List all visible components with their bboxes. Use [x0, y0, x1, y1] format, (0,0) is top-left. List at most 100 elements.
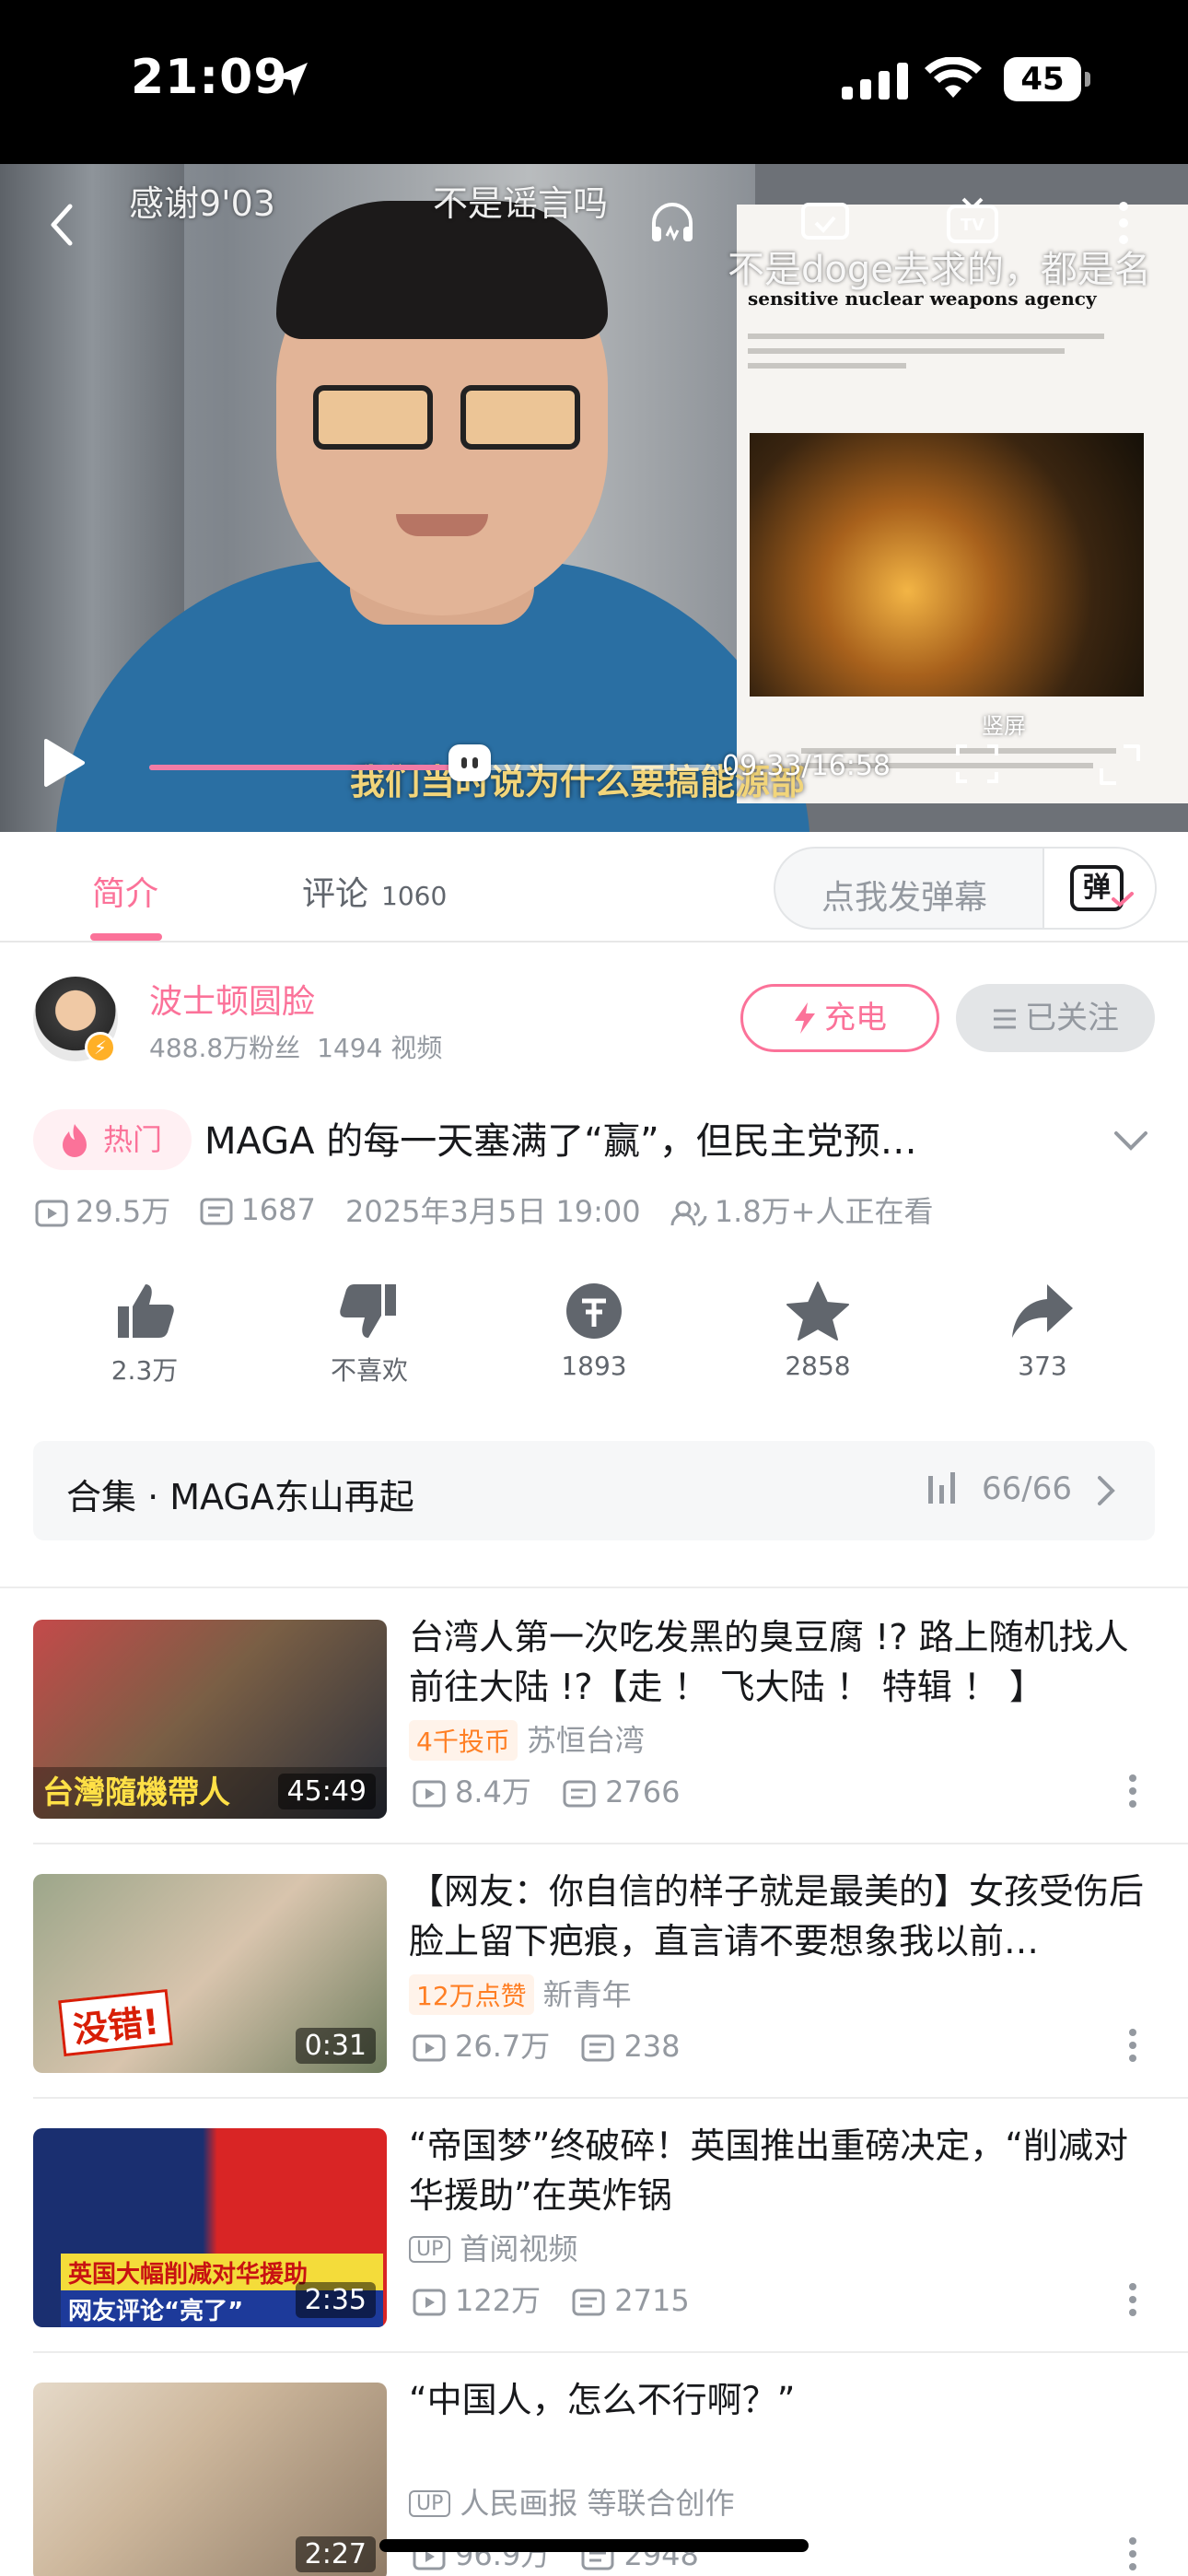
dislike-button[interactable]: 不喜欢	[296, 1281, 443, 1388]
glasses	[313, 385, 433, 450]
more-options-icon[interactable]	[1124, 1773, 1142, 1809]
status-time: 21:09	[131, 50, 288, 105]
thumbnail-caption: 没错!	[58, 1988, 174, 2057]
play-count-icon	[35, 1200, 68, 1227]
more-icon[interactable]	[1096, 195, 1151, 251]
more-options-icon[interactable]	[1124, 2281, 1142, 2318]
lightning-icon	[795, 1002, 815, 1034]
danmaku-toggle-button[interactable]: 弹	[1042, 849, 1155, 928]
danmaku-count-icon	[200, 1198, 233, 1225]
follow-button[interactable]: 已关注	[956, 984, 1155, 1052]
charge-button[interactable]: 充电	[740, 984, 939, 1052]
uploader-name[interactable]: 波士顿圆脸	[149, 975, 315, 1023]
duration-label: 0:31	[295, 2028, 376, 2064]
video-thumbnail[interactable]: 没错! 0:31	[33, 1874, 387, 2073]
chevron-right-icon	[1098, 1476, 1115, 1505]
duration-label: 2:35	[295, 2282, 376, 2318]
status-bar: 21:09 45	[0, 0, 1188, 164]
uploader-stats: 488.8万粉丝 1494 视频	[149, 1033, 443, 1063]
video-title: MAGA 的每一天塞满了“赢”，但民主党预…	[204, 1120, 917, 1163]
action-bar: 2.3万 不喜欢 1893 2858 373	[0, 1281, 1188, 1400]
progress-bar[interactable]	[149, 744, 720, 781]
video-thumbnail[interactable]: 2:27	[33, 2383, 387, 2576]
stat-tag: 4千投币	[409, 1720, 518, 1761]
playback-time: 09:33/16:58	[722, 750, 891, 782]
menu-lines-icon	[994, 1009, 1016, 1029]
article-overlay: sensitive nuclear weapons agency	[737, 205, 1188, 803]
danmaku-count-icon	[572, 2289, 605, 2316]
video-thumbnail[interactable]: 台灣隨機帶人 45:49	[33, 1620, 387, 1819]
recommendation-title: 【网友：你自信的样子就是最美的】女孩受伤后脸上留下疤痕，直言请不要想象我以前…	[409, 1871, 1145, 1961]
collection-name: 合集 · MAGA东山再起	[66, 1477, 414, 1517]
play-icon[interactable]	[37, 735, 88, 790]
article-photo	[750, 433, 1144, 697]
recommendation-item[interactable]: 没错! 0:31 【网友：你自信的样子就是最美的】女孩受伤后脸上留下疤痕，直言请…	[0, 1843, 1188, 2097]
svg-text:TV: TV	[961, 216, 984, 235]
playlist-bars-icon	[928, 1472, 955, 1504]
duration-label: 2:27	[295, 2536, 376, 2572]
coin-icon	[566, 1283, 622, 1339]
danmaku-placeholder: 点我发弹幕	[821, 879, 988, 917]
collection-bar[interactable]: 合集 · MAGA东山再起 66/66	[33, 1441, 1155, 1540]
like-button[interactable]: 2.3万	[71, 1281, 218, 1388]
tv-icon[interactable]: TV	[945, 195, 1000, 251]
progress-fill	[149, 765, 471, 770]
viewers-icon	[670, 1200, 707, 1227]
vertical-screen-icon[interactable]	[954, 741, 1000, 787]
back-icon[interactable]	[37, 197, 92, 252]
more-options-icon[interactable]	[1124, 2027, 1142, 2064]
cellular-signal-icon	[842, 63, 908, 100]
author-name: 首阅视频	[460, 2231, 578, 2266]
hot-badge: 热门	[33, 1109, 192, 1170]
author-name: 苏恒台湾	[526, 1723, 645, 1758]
danmaku-count-icon	[563, 1780, 596, 1808]
more-options-icon[interactable]	[1124, 2535, 1142, 2572]
danmaku-input[interactable]: 点我发弹幕 弹	[774, 847, 1157, 930]
active-tab-indicator	[90, 933, 162, 941]
comments-count: 1060	[381, 881, 448, 911]
author-name: 人民画报 等联合创作	[460, 2486, 735, 2521]
uploader-row: ⚡ 波士顿圆脸 488.8万粉丝 1494 视频 充电 已关注	[0, 967, 1188, 1078]
share-arrow-icon	[1012, 1284, 1073, 1338]
danmaku-comment: 感谢9'03	[129, 183, 275, 224]
stat-tag: 12万点赞	[409, 1974, 534, 2015]
recommendation-item[interactable]: 台灣隨機帶人 45:49 台湾人第一次吃发黑的臭豆腐 !? 路上随机找人前往大陆…	[0, 1588, 1188, 1843]
tab-comments[interactable]: 评论 1060	[302, 867, 447, 915]
home-indicator[interactable]	[379, 2539, 809, 2552]
video-thumbnail[interactable]: 英国大幅削减对华援助 网友评论“亮了” 2:35	[33, 2128, 387, 2327]
collection-progress: 66/66	[982, 1470, 1072, 1507]
vertical-screen-label: 竖屏	[982, 713, 1026, 739]
video-title-row[interactable]: 热门 MAGA 的每一天塞满了“赢”，但民主党预…	[0, 1102, 1188, 1176]
play-count-icon	[413, 1780, 446, 1808]
location-arrow-icon	[274, 63, 308, 96]
share-button[interactable]: 373	[969, 1281, 1116, 1381]
fullscreen-icon[interactable]	[1096, 741, 1144, 789]
audio-icon[interactable]	[645, 195, 700, 251]
play-count-icon	[413, 2289, 446, 2316]
cast-icon[interactable]	[798, 195, 853, 251]
favorite-button[interactable]: 2858	[744, 1281, 891, 1381]
video-player[interactable]: sensitive nuclear weapons agency 感谢9'03 …	[0, 164, 1188, 832]
flame-icon	[63, 1124, 87, 1157]
danmaku-comment: 不是谣言吗	[433, 183, 609, 224]
danmaku-count-icon	[581, 2034, 614, 2062]
up-tag-icon: UP	[409, 2236, 451, 2263]
progress-thumb-icon[interactable]	[448, 744, 492, 781]
coin-button[interactable]: 1893	[520, 1281, 668, 1381]
recommendation-title: “帝国梦”终破碎！英国推出重磅决定，“削减对华援助”在英炸锅	[409, 2125, 1129, 2216]
battery-indicator: 45	[1004, 57, 1090, 101]
danmaku-comment: 不是doge去求的，都是名	[728, 249, 1151, 291]
lightning-badge-icon: ⚡	[85, 1032, 116, 1063]
check-icon	[1112, 892, 1134, 907]
author-name: 新青年	[542, 1977, 632, 2012]
tab-intro[interactable]: 简介	[92, 867, 158, 915]
star-icon	[786, 1282, 849, 1341]
duration-label: 45:49	[277, 1774, 376, 1809]
chevron-down-icon[interactable]	[1111, 1120, 1151, 1161]
thumbs-down-icon	[340, 1284, 396, 1338]
recommendation-title: 台湾人第一次吃发黑的臭豆腐 !? 路上随机找人前往大陆 !?【走 ！ 飞大陆 ！…	[409, 1617, 1129, 1707]
thumbs-up-icon	[118, 1284, 174, 1338]
recommendation-title: “中国人，怎么不行啊？”	[409, 2380, 796, 2420]
recommendation-item[interactable]: 英国大幅削减对华援助 网友评论“亮了” 2:35 “帝国梦”终破碎！英国推出重磅…	[0, 2097, 1188, 2351]
video-meta: 29.5万 1687 2025年3月5日 19:00 1.8万+人正在看	[35, 1188, 954, 1229]
